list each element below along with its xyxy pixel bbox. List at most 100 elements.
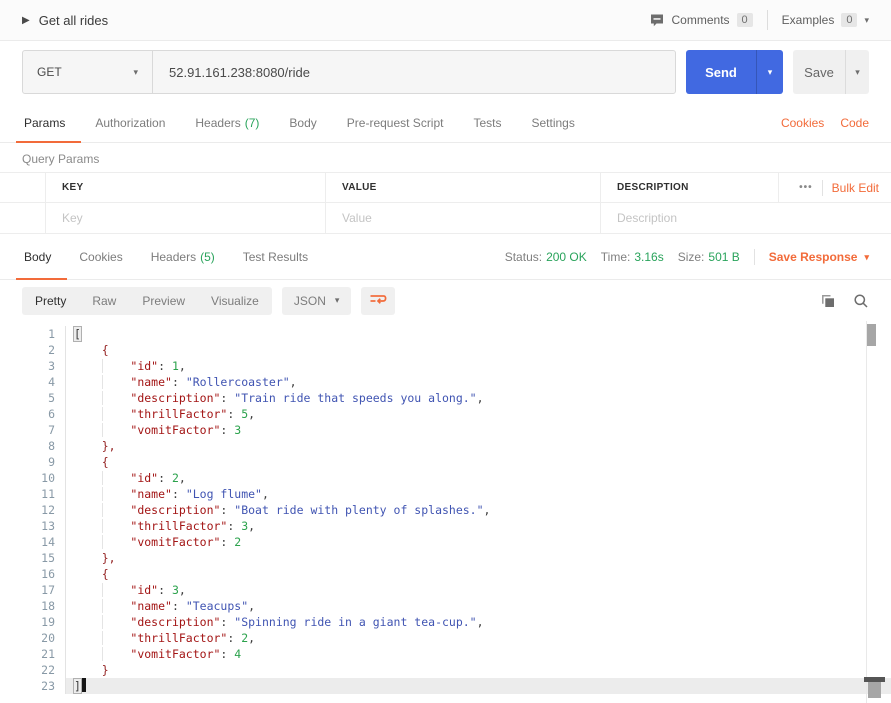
tab-body[interactable]: Body [287, 103, 318, 142]
description-input-cell [600, 203, 778, 233]
code-line: 20 "thrillFactor": 2, [0, 630, 891, 646]
response-body-code: 1[2 {3 "id": 1, 4 "name": "Rollercoaster"… [0, 326, 891, 694]
wrap-lines-button[interactable] [361, 286, 396, 315]
header-actions: Comments 0 Examples 0 ▾ [649, 10, 869, 30]
code-line: 21 "vomitFactor": 4 [0, 646, 891, 662]
method-label: GET [37, 65, 62, 79]
row-actions-cell [778, 203, 891, 233]
save-button[interactable]: Save [793, 50, 845, 94]
chevron-down-icon: ▾ [133, 66, 138, 77]
header-divider [766, 10, 768, 30]
actions-divider [821, 179, 823, 196]
more-actions-icon[interactable]: ••• [799, 182, 813, 193]
response-toolbar-icons [820, 293, 869, 309]
chevron-down-icon: ▾ [864, 14, 869, 25]
request-title: Get all rides [38, 12, 109, 28]
value-input[interactable] [342, 211, 584, 225]
description-input[interactable] [617, 211, 762, 225]
examples-dropdown[interactable]: Examples 0 ▾ [782, 13, 869, 27]
tab-tests[interactable]: Tests [471, 103, 503, 142]
comments-count-badge: 0 [736, 13, 753, 27]
chevron-down-icon: ▾ [334, 295, 340, 305]
url-group: GET ▾ [22, 50, 676, 94]
comments-button[interactable]: Comments 0 [649, 12, 753, 28]
save-options-button[interactable]: ▾ [845, 50, 869, 94]
value-header-cell: VALUE [325, 173, 600, 202]
response-tab-headers[interactable]: Headers (5) [149, 235, 217, 279]
tab-params[interactable]: Params [15, 103, 82, 143]
save-response-button[interactable]: Save Response ▾ [769, 250, 869, 264]
code-line: 10 "id": 2, [0, 470, 891, 486]
value-input-cell [325, 203, 600, 233]
collapse-arrow-icon[interactable]: ▶ [22, 15, 30, 26]
tab-pre-request-script[interactable]: Pre-request Script [345, 103, 446, 142]
wrap-lines-icon [370, 295, 387, 304]
request-tab-links: Cookies Code [781, 103, 869, 142]
response-body: 1[2 {3 "id": 1, 4 "name": "Rollercoaster"… [0, 321, 891, 703]
code-line: 17 "id": 3, [0, 582, 891, 598]
code-line: 3 "id": 1, [0, 358, 891, 374]
view-visualize[interactable]: Visualize [198, 287, 272, 315]
view-preview[interactable]: Preview [129, 287, 198, 315]
tab-authorization[interactable]: Authorization [93, 103, 167, 142]
copy-button[interactable] [820, 293, 836, 309]
row-handle-cell [0, 173, 45, 202]
code-line: 5 "description": "Train ride that speeds… [0, 390, 891, 406]
code-line: 11 "name": "Log flume", [0, 486, 891, 502]
bulk-edit-button[interactable]: Bulk Edit [832, 181, 879, 195]
postman-request-view: { "colors": { "accent_orange": "#F26B3A"… [0, 0, 891, 703]
copy-icon [822, 294, 834, 307]
stats-divider [753, 249, 755, 265]
format-dropdown[interactable]: JSON ▾ [281, 286, 352, 315]
scrollbar-bottom-thumb[interactable] [868, 682, 881, 698]
scrollbar-thumb[interactable] [867, 324, 876, 346]
code-line: 15 }, [0, 550, 891, 566]
code-line: 12 "description": "Boat ride with plenty… [0, 502, 891, 518]
response-tab-test-results[interactable]: Test Results [241, 235, 310, 279]
chevron-down-icon: ▾ [855, 66, 860, 77]
view-pretty[interactable]: Pretty [22, 287, 79, 315]
code-line: 13 "thrillFactor": 3, [0, 518, 891, 534]
request-tabs: Params Authorization Headers (7) Body Pr… [0, 103, 891, 143]
code-line: 23] [0, 678, 891, 694]
response-tab-cookies[interactable]: Cookies [77, 235, 124, 279]
code-link[interactable]: Code [840, 116, 869, 130]
params-actions-cell: ••• Bulk Edit [778, 173, 891, 202]
send-options-button[interactable]: ▾ [756, 50, 783, 94]
chevron-down-icon: ▾ [767, 66, 773, 77]
code-line: 8 }, [0, 438, 891, 454]
code-line: 19 "description": "Spinning ride in a gi… [0, 614, 891, 630]
key-input[interactable] [62, 211, 309, 225]
response-tab-body[interactable]: Body [15, 235, 68, 280]
tab-settings[interactable]: Settings [530, 103, 577, 142]
key-header-cell: KEY [45, 173, 325, 202]
save-button-group: Save ▾ [793, 50, 869, 94]
comments-label: Comments [671, 13, 730, 27]
method-dropdown[interactable]: GET ▾ [23, 51, 153, 93]
table-header-row: KEY VALUE DESCRIPTION ••• Bulk Edit [0, 173, 891, 203]
cookies-link[interactable]: Cookies [781, 116, 824, 130]
chevron-down-icon: ▾ [864, 251, 869, 262]
search-button[interactable] [853, 293, 869, 309]
description-header-cell: DESCRIPTION [600, 173, 778, 202]
scrollbar-track [866, 321, 867, 703]
examples-label: Examples [781, 13, 835, 27]
key-input-cell [45, 203, 325, 233]
code-line: 6 "thrillFactor": 5, [0, 406, 891, 422]
send-button-group: Send ▾ [686, 50, 783, 94]
view-raw[interactable]: Raw [79, 287, 129, 315]
tab-headers[interactable]: Headers (7) [193, 103, 261, 142]
status-badge: Status: 200 OK [504, 250, 587, 264]
send-button[interactable]: Send [686, 50, 756, 94]
format-label: JSON [293, 293, 326, 308]
code-line: 9 { [0, 454, 891, 470]
code-line: 18 "name": "Teacups", [0, 598, 891, 614]
size-badge: Size: 501 B [677, 250, 740, 264]
headers-count: (7) [244, 115, 260, 130]
time-badge: Time: 3.16s [600, 250, 664, 264]
code-line: 4 "name": "Rollercoaster", [0, 374, 891, 390]
url-input[interactable] [153, 51, 675, 93]
code-line: 22 } [0, 662, 891, 678]
code-line: 1[ [0, 326, 891, 342]
query-params-title: Query Params [22, 152, 100, 166]
